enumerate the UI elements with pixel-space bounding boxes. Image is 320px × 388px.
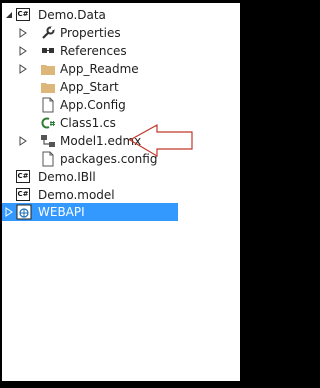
solution-explorer-tree: C# Demo.Data Properties References App_R… (2, 3, 240, 381)
annotation-arrow-icon (128, 123, 193, 158)
